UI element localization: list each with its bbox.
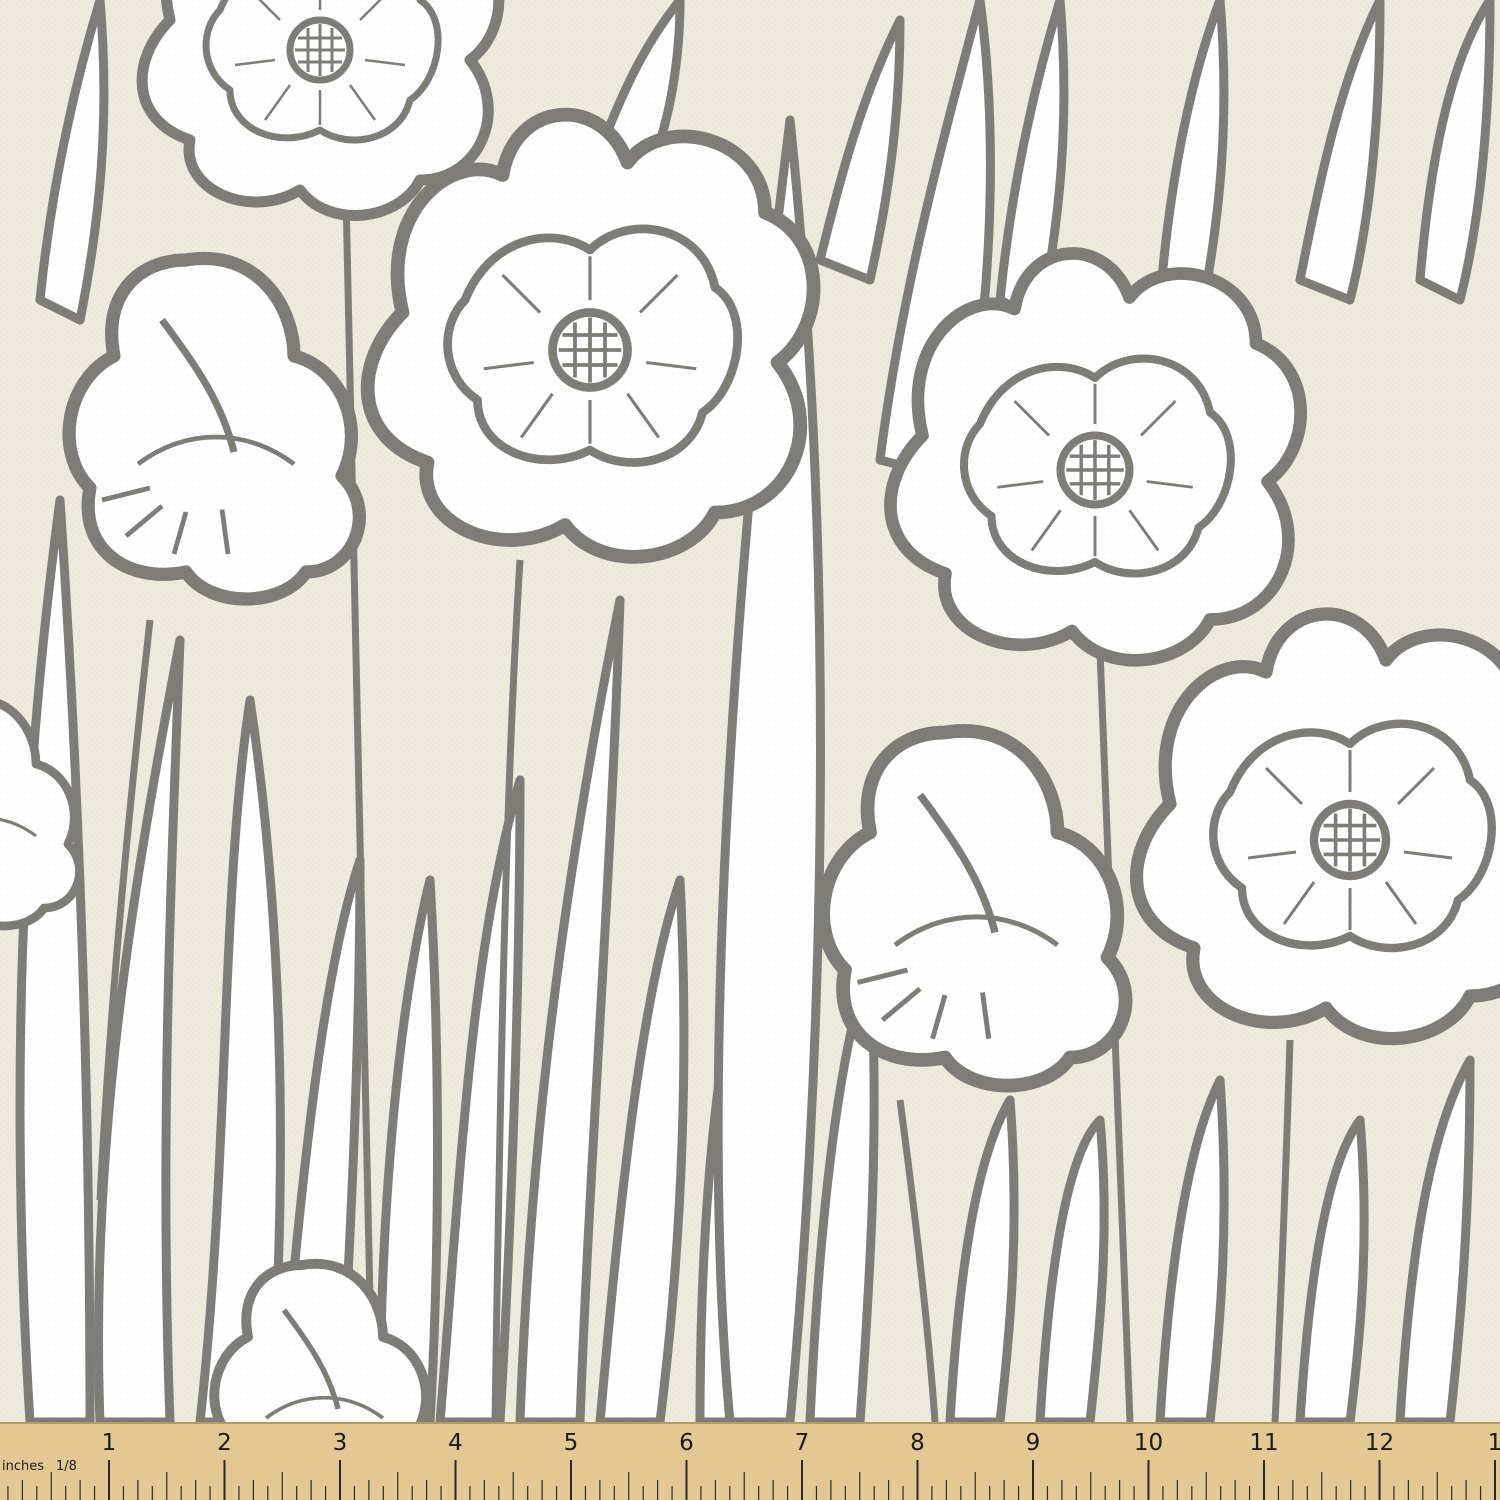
- fabric-swatch: [0, 0, 1500, 1422]
- ruler-number: 8: [910, 1430, 925, 1456]
- ruler-fraction-label: 1/8: [56, 1459, 77, 1474]
- ruler-number: 11: [1249, 1430, 1278, 1456]
- ruler-unit-label: inches: [2, 1459, 44, 1474]
- ruler-number: 3: [333, 1430, 348, 1456]
- measuring-ruler: 1 2 3 4 5 6 7 8 9 10 11 12 1 inches 1/8: [0, 1422, 1500, 1500]
- ruler-number: 1: [102, 1430, 117, 1456]
- ruler-number: 6: [679, 1430, 694, 1456]
- ruler-number: 2: [217, 1430, 232, 1456]
- ruler-number: 1: [1488, 1430, 1500, 1456]
- ruler-number: 9: [1026, 1430, 1041, 1456]
- ruler-number: 4: [448, 1430, 463, 1456]
- ruler-number: 5: [564, 1430, 579, 1456]
- ruler-number: 10: [1134, 1430, 1163, 1456]
- ruler-number: 12: [1365, 1430, 1394, 1456]
- ruler-number: 7: [795, 1430, 810, 1456]
